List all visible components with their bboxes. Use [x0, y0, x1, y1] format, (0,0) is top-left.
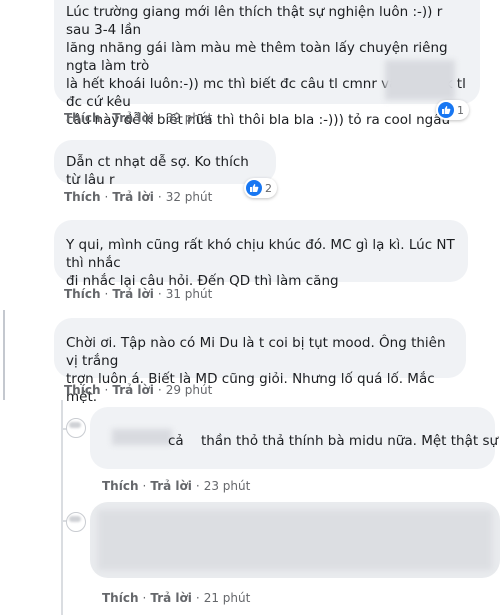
separator-dot: ·: [142, 479, 147, 493]
avatar-reply-1[interactable]: [66, 418, 86, 438]
reply-thread-line: [61, 400, 63, 615]
like-link-reply-1[interactable]: Thích: [102, 479, 139, 493]
separator-dot: ·: [104, 287, 109, 301]
separator-dot: ·: [195, 479, 200, 493]
like-thumb-icon: [438, 102, 454, 118]
separator-dot: ·: [104, 190, 109, 204]
blurred-reply-content-2: [98, 510, 492, 570]
reply-bubble-1: cả thần thỏ thả thính bà midu nữa. Mệt t…: [90, 407, 499, 469]
reply-text-1: thần thỏ thả thính bà midu nữa. Mệt thật…: [201, 433, 499, 449]
comment-text-2: Dẫn ct nhạt dễ sợ. Ko thích từ lâu r: [66, 154, 249, 188]
separator-dot: ·: [104, 383, 109, 397]
separator-dot: ·: [104, 111, 109, 125]
reply-link-1[interactable]: Trả lời: [112, 111, 154, 125]
like-link-3[interactable]: Thích: [64, 287, 101, 301]
comment-actions-4: Thích · Trả lời · 29 phút: [64, 383, 212, 397]
like-link-4[interactable]: Thích: [64, 383, 101, 397]
reply-link-2[interactable]: Trả lời: [112, 190, 154, 204]
blurred-content-1: [385, 60, 455, 100]
reaction-number-1: 1: [457, 103, 464, 117]
avatar-reply-2[interactable]: [66, 512, 86, 532]
separator-dot: ·: [195, 591, 200, 605]
like-link-reply-2[interactable]: Thích: [102, 591, 139, 605]
comment-bubble-4: Chời ơi. Tập nào có Mi Du là t coi bị tụ…: [54, 318, 466, 405]
reply-bubble-2: [90, 502, 500, 578]
separator-dot: ·: [157, 190, 162, 204]
comment-actions-1: Thích · Trả lời · 32 phút: [64, 111, 212, 125]
reply-link-reply-2[interactable]: Trả lời: [150, 591, 192, 605]
comment-bubble-3: Y qui, mình cũng rất khó chịu khúc đó. M…: [54, 220, 468, 289]
reply-actions-2: Thích · Trả lời · 21 phút: [102, 591, 250, 605]
comment-text-3: Y qui, mình cũng rất khó chịu khúc đó. M…: [66, 237, 455, 289]
timestamp-reply-1: 23 phút: [203, 479, 251, 493]
comment-bubble-2: Dẫn ct nhạt dễ sợ. Ko thích từ lâu r: [54, 140, 276, 188]
reaction-count-1[interactable]: 1: [436, 100, 469, 120]
separator-dot: ·: [157, 111, 162, 125]
timestamp-reply-2: 21 phút: [203, 591, 251, 605]
reaction-count-2[interactable]: 2: [244, 178, 277, 198]
like-link-2[interactable]: Thích: [64, 190, 101, 204]
timestamp-1: 32 phút: [165, 111, 213, 125]
separator-dot: ·: [142, 591, 147, 605]
comment-actions-3: Thích · Trả lời · 31 phút: [64, 287, 212, 301]
reply-link-4[interactable]: Trả lời: [112, 383, 154, 397]
like-link-1[interactable]: Thích: [64, 111, 101, 125]
reaction-number-2: 2: [265, 181, 272, 195]
separator-dot: ·: [157, 287, 162, 301]
like-thumb-icon: [246, 180, 262, 196]
reply-actions-1: Thích · Trả lời · 23 phút: [102, 479, 250, 493]
timestamp-4: 29 phút: [165, 383, 213, 397]
reply-link-reply-1[interactable]: Trả lời: [150, 479, 192, 493]
page-left-edge: [3, 310, 5, 400]
separator-dot: ·: [157, 383, 162, 397]
reply-link-3[interactable]: Trả lời: [112, 287, 154, 301]
comment-actions-2: Thích · Trả lời · 32 phút: [64, 190, 212, 204]
reply-name-fragment-1: cả: [168, 433, 184, 449]
blurred-name-1: [112, 429, 172, 445]
timestamp-3: 31 phút: [165, 287, 213, 301]
timestamp-2: 32 phút: [165, 190, 213, 204]
